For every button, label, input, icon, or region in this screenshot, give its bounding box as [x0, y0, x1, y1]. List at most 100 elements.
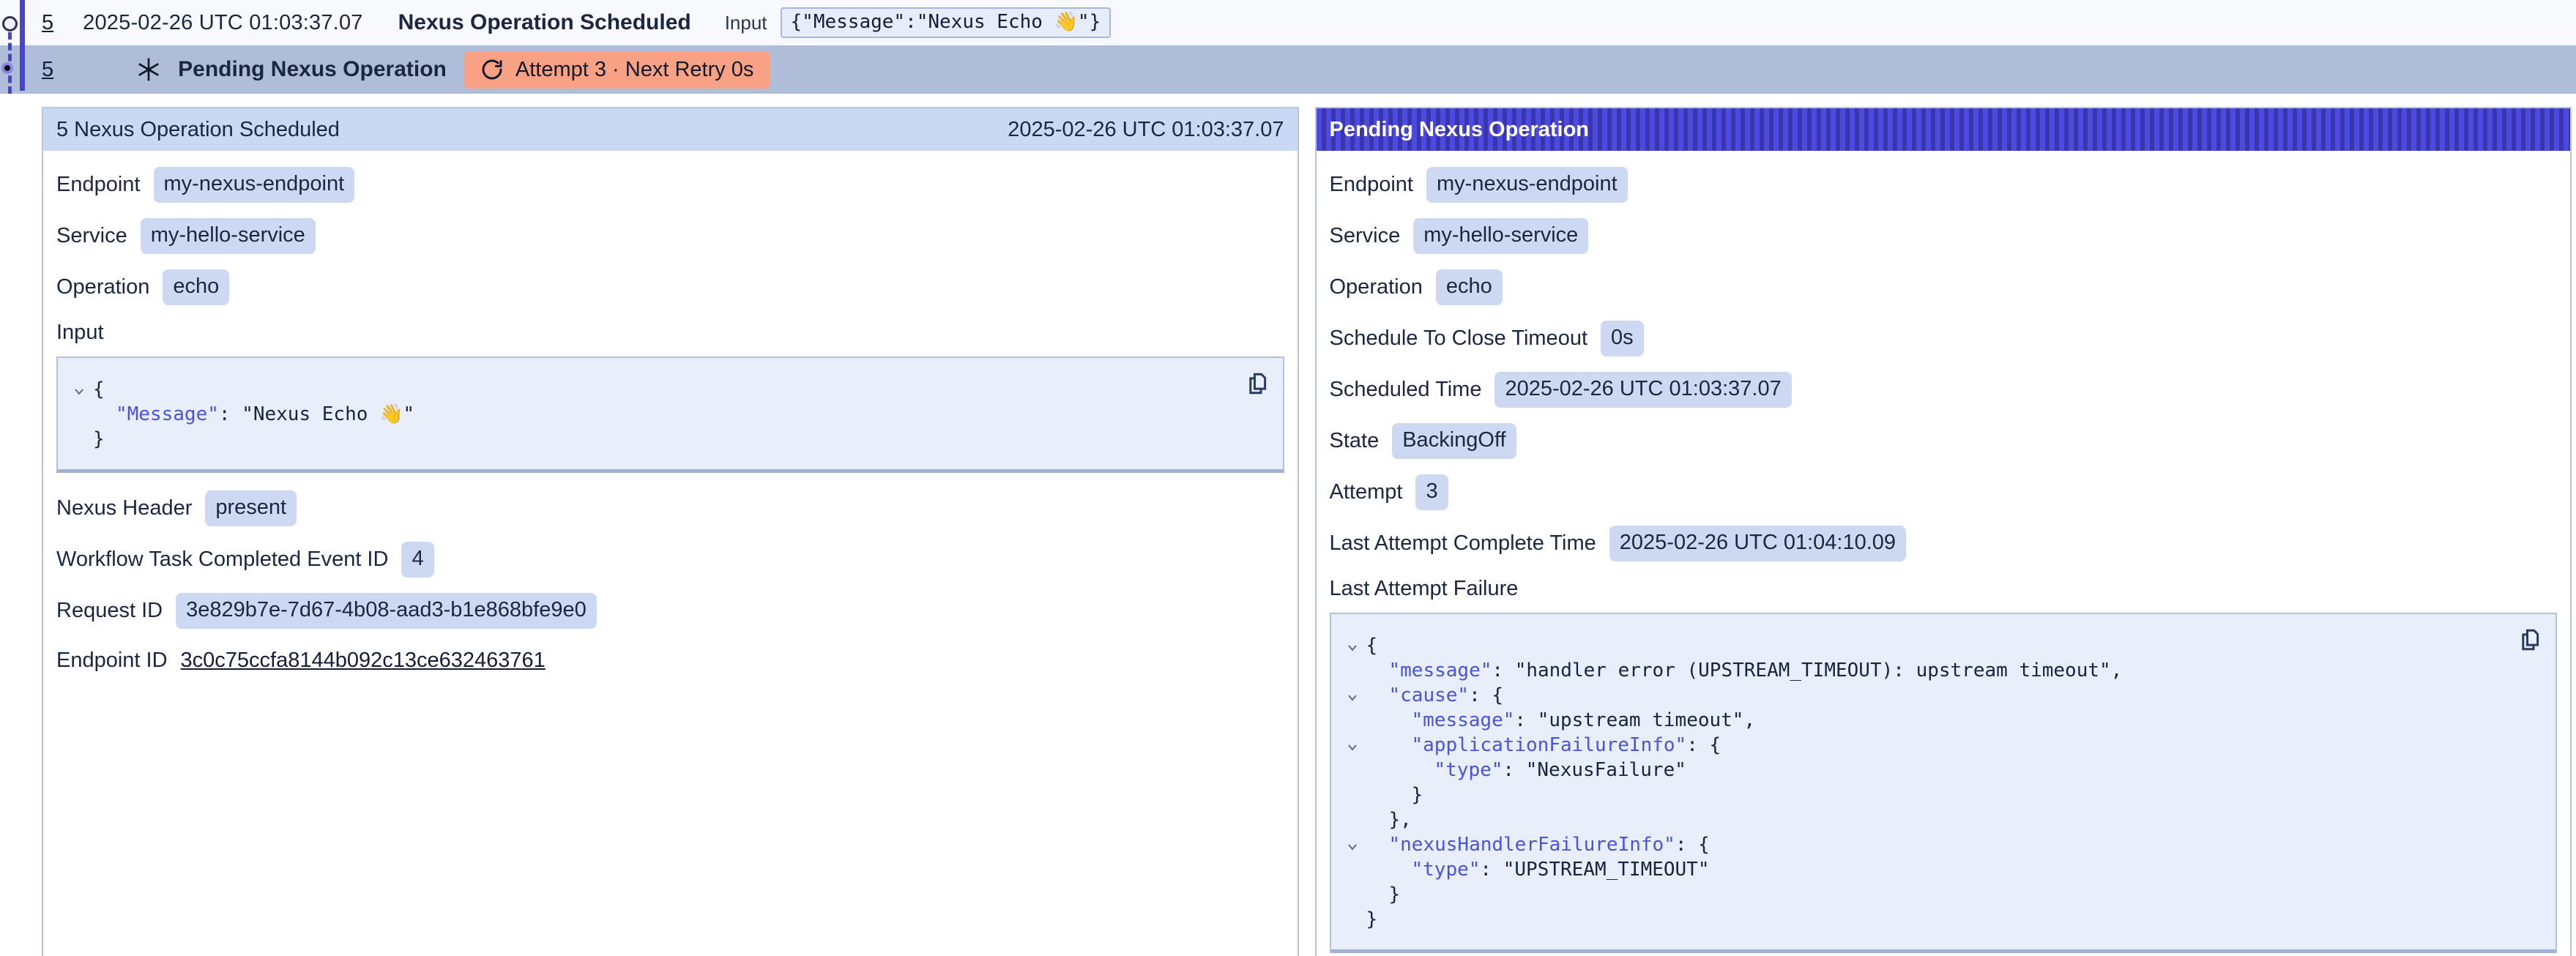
panel-header: 5 Nexus Operation Scheduled 2025-02-26 U… [43, 108, 1298, 151]
panel-body: Endpoint my-nexus-endpoint Service my-hello… [1317, 151, 2571, 956]
field-value-chip: present [205, 490, 297, 526]
code-gutter [1339, 857, 1366, 882]
detail-row-schedule-to-close-timeout: Schedule To Close Timeout 0s [1330, 321, 2558, 356]
timeline-selection-bar [20, 0, 25, 91]
field-value-chip: echo [1436, 269, 1503, 305]
code-gutter [1339, 758, 1366, 783]
json-code-line: { [65, 377, 1270, 402]
field-label: Last Attempt Complete Time [1330, 531, 1596, 556]
collapse-chevron-icon[interactable] [1339, 683, 1366, 708]
field-label: Attempt [1330, 480, 1403, 504]
json-code-line: } [1339, 907, 2543, 932]
field-label: Service [1330, 224, 1401, 248]
detail-row-state: State BackingOff [1330, 423, 2558, 459]
field-label-last-attempt-failure: Last Attempt Failure [1330, 577, 2558, 601]
code-gutter [1339, 708, 1366, 733]
detail-row-service: Service my-hello-service [1330, 218, 2558, 254]
field-value-chip: my-hello-service [1413, 218, 1588, 254]
field-value-chip: my-nexus-endpoint [1426, 167, 1628, 203]
history-row-nexus-operation-scheduled[interactable]: 5 2025-02-26 UTC 01:03:37.07 Nexus Opera… [0, 0, 2576, 45]
panel-timestamp: 2025-02-26 UTC 01:03:37.07 [1008, 118, 1284, 142]
field-label: Schedule To Close Timeout [1330, 326, 1588, 351]
copy-icon[interactable] [1245, 371, 1270, 396]
json-code-line: }, [1339, 807, 2543, 832]
json-code-line: "message": "upstream timeout", [1339, 708, 2543, 733]
field-label: Workflow Task Completed Event ID [56, 548, 388, 572]
collapse-chevron-icon[interactable] [65, 377, 93, 402]
field-label: Nexus Header [56, 496, 192, 520]
retry-badge-label: Attempt 3 · Next Retry 0s [515, 58, 754, 82]
json-code-line: "type": "NexusFailure" [1339, 758, 2543, 783]
field-label: Endpoint [1330, 173, 1414, 197]
history-row-pending-nexus-operation[interactable]: 5 Pending Nexus Operation Attempt 3 · Ne… [0, 45, 2576, 94]
field-value-chip: 3 [1415, 474, 1448, 510]
code-gutter [65, 402, 93, 427]
workflow-history-view: { "colors": { "row2-bg": "#b0bdd8", "ora… [0, 0, 2576, 956]
field-value-chip: 0s [1601, 321, 1644, 356]
panel-pending-nexus-operation: Pending Nexus Operation Endpoint my-nexus… [1315, 107, 2572, 956]
copy-icon[interactable] [2517, 627, 2542, 652]
event-detail-panels: 5 Nexus Operation Scheduled 2025-02-26 U… [42, 107, 2572, 956]
collapse-chevron-icon[interactable] [1339, 733, 1366, 758]
field-label: Request ID [56, 599, 163, 623]
field-value-chip: my-hello-service [141, 218, 316, 254]
panel-body: Endpoint my-nexus-endpoint Service my-hello… [43, 151, 1298, 714]
code-gutter [1339, 783, 1366, 807]
field-value-chip: echo [163, 269, 229, 305]
detail-row-nexus-header: Nexus Header present [56, 490, 1284, 526]
code-gutter [1339, 807, 1366, 832]
timeline-pending-node-icon[interactable] [1, 62, 13, 74]
timeline-event-node-icon[interactable] [2, 16, 18, 31]
field-value-chip: my-nexus-endpoint [154, 167, 355, 203]
retry-attempt-badge: Attempt 3 · Next Retry 0s [464, 51, 770, 89]
pending-operation-title: Pending Nexus Operation [178, 57, 447, 82]
json-code-line: "Message": "Nexus Echo 👋" [65, 402, 1270, 427]
field-value-chip: 2025-02-26 UTC 01:03:37.07 [1494, 372, 1791, 408]
field-label: Endpoint [56, 173, 141, 197]
event-id-link[interactable]: 5 [42, 58, 53, 82]
code-gutter [1339, 658, 1366, 683]
json-code-line: "type": "UPSTREAM_TIMEOUT" [1339, 857, 2543, 882]
panel-title: Pending Nexus Operation [1330, 118, 1590, 142]
pending-asterisk-icon [135, 56, 162, 83]
field-label: Operation [56, 275, 149, 299]
collapse-chevron-icon[interactable] [1339, 633, 1366, 658]
field-value-chip: BackingOff [1392, 423, 1516, 459]
event-title: Nexus Operation Scheduled [398, 10, 691, 35]
code-gutter [65, 427, 93, 452]
panel-header-pending: Pending Nexus Operation [1317, 108, 2571, 151]
detail-row-scheduled-time: Scheduled Time 2025-02-26 UTC 01:03:37.07 [1330, 372, 2558, 408]
json-code-line: "nexusHandlerFailureInfo": { [1339, 832, 2543, 857]
detail-row-workflow-task-completed-event-id: Workflow Task Completed Event ID 4 [56, 542, 1284, 578]
field-value-link[interactable]: 3c0c75ccfa8144b092c13ce632463761 [181, 649, 546, 673]
code-gutter [1339, 882, 1366, 907]
detail-row-endpoint: Endpoint my-nexus-endpoint [1330, 167, 2558, 203]
field-label: Scheduled Time [1330, 378, 1482, 402]
json-code-block: {"Message": "Nexus Echo 👋"} [56, 356, 1284, 473]
panel-title: 5 Nexus Operation Scheduled [56, 118, 340, 142]
json-code-line: "cause": { [1339, 683, 2543, 708]
retry-icon [480, 58, 504, 81]
code-gutter [1339, 907, 1366, 932]
field-label: State [1330, 429, 1380, 453]
field-label: Operation [1330, 275, 1423, 299]
field-label-input: Input [56, 321, 1284, 345]
json-code-line: } [65, 427, 1270, 452]
detail-row-operation: Operation echo [1330, 269, 2558, 305]
event-id-link[interactable]: 5 [42, 11, 53, 35]
event-input-value-chip[interactable]: {"Message":"Nexus Echo 👋"} [781, 7, 1112, 38]
field-label: Service [56, 224, 127, 248]
field-value-chip: 3e829b7e-7d67-4b08-aad3-b1e868bfe9e0 [176, 593, 597, 629]
json-code-line: "message": "handler error (UPSTREAM_TIME… [1339, 658, 2543, 683]
detail-row-attempt: Attempt 3 [1330, 474, 2558, 510]
event-timestamp: 2025-02-26 UTC 01:03:37.07 [83, 11, 362, 35]
json-code-line: "applicationFailureInfo": { [1339, 733, 2543, 758]
json-code-line: } [1339, 783, 2543, 807]
field-label: Endpoint ID [56, 649, 168, 673]
detail-row-service: Service my-hello-service [56, 218, 1284, 254]
json-code-block: {"message": "handler error (UPSTREAM_TIM… [1330, 613, 2558, 953]
field-value-chip: 4 [401, 542, 433, 578]
detail-row-endpoint: Endpoint my-nexus-endpoint [56, 167, 1284, 203]
json-code-line: } [1339, 882, 2543, 907]
collapse-chevron-icon[interactable] [1339, 832, 1366, 857]
